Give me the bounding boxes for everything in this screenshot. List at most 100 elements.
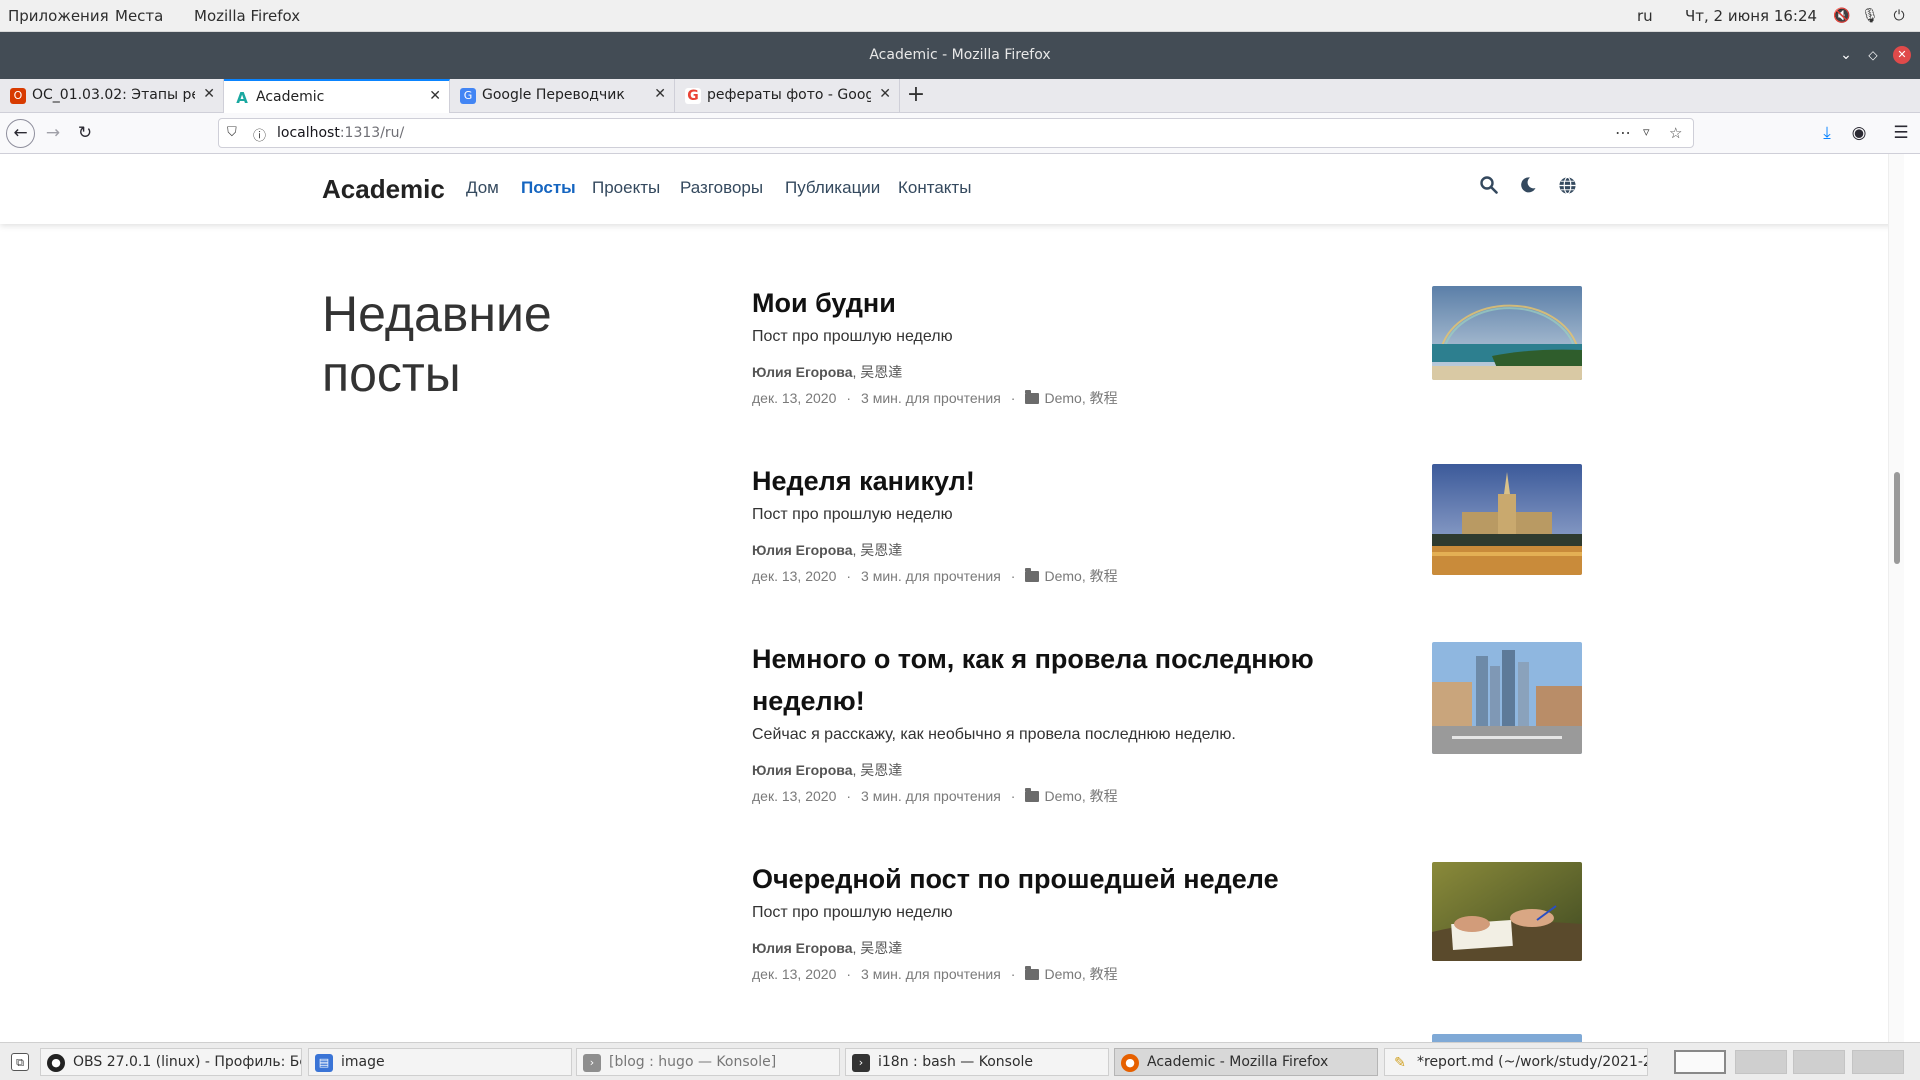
taskbar-obs[interactable]: ● OBS 27.0.1 (linux) - Профиль: Без... [40, 1048, 302, 1076]
close-icon[interactable]: ✕ [203, 86, 215, 102]
active-app-menu[interactable]: Mozilla Firefox [194, 7, 300, 25]
terminal-icon: › [852, 1054, 870, 1072]
tab-oc-document[interactable]: O OC_01.03.02: Этапы реал ✕ [0, 79, 224, 113]
language-globe-icon[interactable] [1556, 176, 1578, 198]
taskbar-image[interactable]: ▤ image [308, 1048, 572, 1076]
co-author: , 吴恩達 [852, 940, 903, 956]
post-title[interactable]: Немного о том, как я провела последнюю н… [752, 638, 1352, 722]
site-info-icon[interactable]: ⓘ [253, 125, 266, 144]
tracking-shield-icon[interactable]: ⛉ [227, 125, 237, 140]
nav-posts[interactable]: Посты [521, 178, 576, 198]
taskbar-konsole-hugo[interactable]: › [blog : hugo — Konsole] [576, 1048, 840, 1076]
nav-publications[interactable]: Публикации [785, 178, 880, 198]
power-icon[interactable]: ⏻ [1890, 7, 1908, 25]
obs-icon: ● [47, 1054, 65, 1072]
account-icon[interactable]: ◉ [1846, 120, 1872, 146]
taskbar-text-editor[interactable]: ✎ *report.md (~/work/study/2021-2... [1384, 1048, 1648, 1076]
tab-academic[interactable]: A Academic ✕ [224, 79, 450, 114]
tab-google-search[interactable]: G рефераты фото - Google ✕ [675, 79, 900, 113]
maximize-icon[interactable]: ◇ [1864, 46, 1882, 64]
navigation-toolbar: ← → ↻ ⛉ ⓘ localhost:1313/ru/ ⋯ ▿ ☆ ⤓ ◉ ☰ [0, 113, 1920, 154]
author-link[interactable]: Юлия Егорова [752, 940, 853, 956]
close-icon[interactable]: ✕ [654, 86, 666, 102]
post-categories[interactable]: Demo, 教程 [1044, 966, 1117, 982]
taskbar-konsole-bash[interactable]: › i18n : bash — Konsole [845, 1048, 1109, 1076]
places-menu[interactable]: Места [115, 7, 163, 25]
dark-mode-moon-icon[interactable] [1517, 176, 1539, 198]
taskbar-firefox[interactable]: ● Academic - Mozilla Firefox [1114, 1048, 1378, 1076]
show-desktop-icon[interactable]: ⧉ [6, 1048, 34, 1076]
speaker-muted-icon[interactable]: 🔇 [1833, 7, 1851, 25]
tab-google-translate[interactable]: G Google Переводчик ✕ [450, 79, 675, 113]
close-window-icon[interactable]: ✕ [1893, 46, 1911, 64]
university-building-image[interactable] [1432, 464, 1582, 575]
url-bar[interactable]: ⛉ ⓘ localhost:1313/ru/ ⋯ ▿ ☆ [218, 118, 1694, 148]
page-scrollbar[interactable] [1888, 154, 1904, 1042]
workspace-1[interactable] [1674, 1050, 1726, 1074]
scrollbar-thumb[interactable] [1894, 472, 1900, 564]
writing-hands-image[interactable] [1432, 862, 1582, 961]
post-date: дек. 13, 2020 [752, 568, 837, 584]
url-path: :1313/ru/ [339, 125, 405, 141]
downloads-icon[interactable]: ⤓ [1814, 120, 1840, 146]
taskbar-label: OBS 27.0.1 (linux) - Профиль: Без... [73, 1054, 301, 1070]
taskbar-label: image [341, 1054, 385, 1070]
post-title[interactable]: Очередной пост по прошедшей неделе [752, 858, 1352, 900]
url-text: localhost:1313/ru/ [277, 125, 404, 141]
window-title: Academic - Mozilla Firefox [869, 47, 1051, 63]
page-actions-icon[interactable]: ⋯ [1615, 123, 1631, 142]
post-categories[interactable]: Demo, 教程 [1044, 788, 1117, 804]
system-top-panel: Приложения Места Mozilla Firefox ru Чт, … [0, 0, 1920, 32]
reading-time: 3 мин. для прочтения [861, 966, 1001, 982]
author-link[interactable]: Юлия Егорова [752, 364, 853, 380]
minimize-icon[interactable]: ⌄ [1837, 46, 1855, 64]
workspace-4[interactable] [1852, 1050, 1904, 1074]
reload-icon[interactable]: ↻ [72, 120, 98, 146]
keyboard-layout-indicator[interactable]: ru [1637, 7, 1653, 25]
workspace-2[interactable] [1735, 1050, 1787, 1074]
close-icon[interactable]: ✕ [879, 86, 891, 102]
reading-time: 3 мин. для прочтения [861, 568, 1001, 584]
nav-home[interactable]: Дом [466, 178, 499, 198]
post-title[interactable]: Мои будни [752, 282, 1352, 324]
folder-icon [1025, 788, 1040, 802]
author-link[interactable]: Юлия Егорова [752, 762, 853, 778]
back-arrow-icon[interactable]: ← [6, 119, 35, 148]
nav-projects[interactable]: Проекты [592, 178, 660, 198]
site-brand[interactable]: Academic [322, 174, 445, 205]
post-date: дек. 13, 2020 [752, 390, 837, 406]
tab-label: Academic [256, 89, 325, 105]
forward-arrow-icon[interactable]: → [40, 120, 66, 146]
window-titlebar[interactable]: Academic - Mozilla Firefox ⌄ ◇ ✕ [0, 32, 1920, 79]
author-link[interactable]: Юлия Егорова [752, 542, 853, 558]
google-translate-icon: G [460, 88, 476, 104]
nav-contacts[interactable]: Контакты [898, 178, 971, 198]
city-skyline-image[interactable] [1432, 642, 1582, 754]
folder-icon [1025, 390, 1040, 404]
hamburger-menu-icon[interactable]: ☰ [1888, 120, 1914, 146]
tab-label: OC_01.03.02: Этапы реал [32, 87, 195, 103]
section-title: Недавние посты [322, 286, 552, 402]
co-author: , 吴恩達 [852, 364, 903, 380]
post-categories[interactable]: Demo, 教程 [1044, 390, 1117, 406]
nav-talks[interactable]: Разговоры [680, 178, 763, 198]
post-meta: дек. 13, 2020 · 3 мин. для прочтения · Demo,… [752, 390, 1118, 406]
terminal-icon: › [583, 1054, 601, 1072]
search-icon[interactable] [1478, 176, 1500, 198]
firefox-icon: ● [1121, 1054, 1139, 1072]
workspace-3[interactable] [1793, 1050, 1845, 1074]
post-title[interactable]: Неделя каникул! [752, 460, 1352, 502]
document-icon: ▤ [315, 1054, 333, 1072]
pocket-icon[interactable]: ▿ [1643, 125, 1650, 140]
taskbar-label: Academic - Mozilla Firefox [1147, 1054, 1329, 1070]
next-post-image[interactable] [1432, 1034, 1582, 1042]
bookmark-star-icon[interactable]: ☆ [1669, 124, 1682, 142]
close-icon[interactable]: ✕ [429, 88, 441, 104]
applications-menu[interactable]: Приложения [8, 7, 109, 25]
microphone-icon[interactable]: 🎙 [1861, 7, 1879, 25]
post-categories[interactable]: Demo, 教程 [1044, 568, 1117, 584]
new-tab-plus-icon[interactable]: + [904, 82, 928, 107]
rainbow-beach-image[interactable] [1432, 286, 1582, 380]
clock[interactable]: Чт, 2 июня 16:24 [1685, 7, 1817, 25]
reading-time: 3 мин. для прочтения [861, 390, 1001, 406]
